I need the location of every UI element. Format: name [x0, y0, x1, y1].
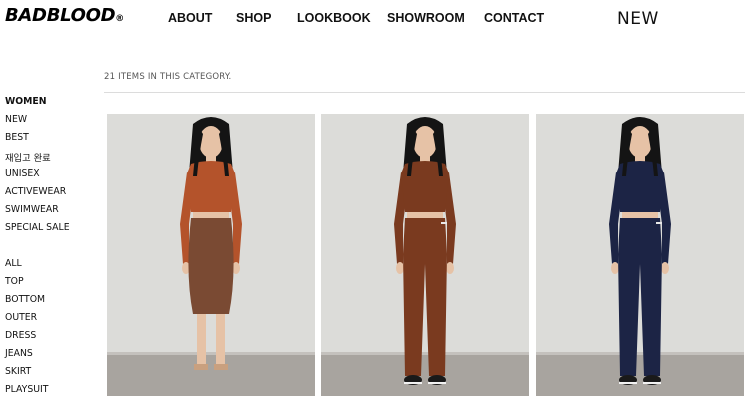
- nav-new[interactable]: NEW: [617, 9, 659, 29]
- registered-mark: ®: [115, 14, 124, 24]
- nav-about[interactable]: ABOUT: [168, 11, 212, 25]
- nav-shop[interactable]: SHOP: [236, 11, 271, 25]
- sidebar-item-special-sale[interactable]: SPECIAL SALE: [5, 222, 70, 233]
- product-card-3[interactable]: [536, 114, 744, 396]
- sidebar-item-activewear[interactable]: ACTIVEWEAR: [5, 186, 66, 197]
- nav-contact[interactable]: CONTACT: [484, 11, 544, 25]
- sidebar-item-swimwear[interactable]: SWIMWEAR: [5, 204, 59, 215]
- sidebar-heading-women: WOMEN: [5, 96, 47, 107]
- sidebar-item-all[interactable]: ALL: [5, 258, 22, 269]
- sidebar-item-top[interactable]: TOP: [5, 276, 24, 287]
- product-photo-3: [536, 114, 744, 396]
- sidebar-item-unisex[interactable]: UNISEX: [5, 168, 40, 179]
- category-item-count: 21 ITEMS IN THIS CATEGORY.: [104, 72, 232, 82]
- nav-lookbook[interactable]: LOOKBOOK: [297, 11, 371, 25]
- product-card-2[interactable]: [321, 114, 529, 396]
- sidebar-item-jeans[interactable]: JEANS: [5, 348, 33, 359]
- sidebar-item-dress[interactable]: DRESS: [5, 330, 36, 341]
- nav-showroom[interactable]: SHOWROOM: [387, 11, 465, 25]
- sidebar-item-restocked[interactable]: 재입고 완료: [5, 150, 51, 164]
- brand-logo[interactable]: BADBLOOD®: [5, 5, 124, 26]
- sidebar-item-best[interactable]: BEST: [5, 132, 29, 143]
- brand-logo-text: BADBLOOD: [5, 5, 116, 26]
- header-divider: [104, 92, 745, 93]
- sidebar-item-outer[interactable]: OUTER: [5, 312, 37, 323]
- sidebar-item-playsuit[interactable]: PLAYSUIT: [5, 384, 48, 395]
- product-photo-1: [107, 114, 315, 396]
- sidebar-item-bottom[interactable]: BOTTOM: [5, 294, 45, 305]
- product-photo-2: [321, 114, 529, 396]
- product-card-1[interactable]: [107, 114, 315, 396]
- sidebar-item-new[interactable]: NEW: [5, 114, 27, 125]
- sidebar-item-skirt[interactable]: SKIRT: [5, 366, 31, 377]
